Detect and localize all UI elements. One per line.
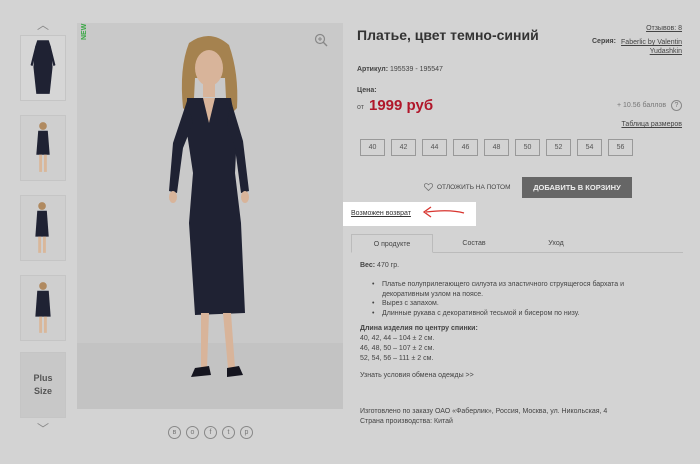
heart-icon <box>424 183 433 191</box>
length-line: 46, 48, 50 – 107 ± 2 см. <box>360 345 435 352</box>
length-line: 40, 42, 44 – 104 ± 2 см. <box>360 335 435 342</box>
return-policy-link[interactable]: Возможен возврат <box>351 210 411 217</box>
product-title: Платье, цвет темно-синий <box>357 27 539 43</box>
pinterest-icon[interactable]: p <box>240 426 253 439</box>
article-number: Артикул: 195539 - 195547 <box>357 66 443 73</box>
tab-about[interactable]: О продукте <box>351 234 433 253</box>
size-table-link[interactable]: Таблица размеров <box>621 121 682 128</box>
plus-size-label-line1: Plus <box>33 373 53 383</box>
gallery-thumbnail-1[interactable] <box>20 35 66 101</box>
new-badge: NEW <box>81 23 88 40</box>
size-option[interactable]: 40 <box>360 139 385 156</box>
size-option[interactable]: 56 <box>608 139 633 156</box>
ok-icon[interactable]: о <box>186 426 199 439</box>
manufacturer-info: Изготовлено по заказу ОАО «Фаберлик», Ро… <box>360 407 607 426</box>
country-text: Страна производства: Китай <box>360 417 453 425</box>
tab-care[interactable]: Уход <box>515 234 597 253</box>
weight-info: Вес: 470 гр. <box>360 262 399 269</box>
size-option[interactable]: 52 <box>546 139 571 156</box>
twitter-icon[interactable]: t <box>222 426 235 439</box>
gallery-thumbnail-4[interactable] <box>20 275 66 341</box>
model-thumbnail-image <box>35 282 51 333</box>
size-option[interactable]: 42 <box>391 139 416 156</box>
size-option[interactable]: 50 <box>515 139 540 156</box>
manufacturer-text: Изготовлено по заказу ОАО «Фаберлик», Ро… <box>360 408 608 415</box>
list-item: Вырез с запахом. <box>372 299 672 309</box>
price-label: Цена: <box>357 87 377 94</box>
price-value: 1999 руб <box>369 97 434 114</box>
model-thumbnail-image <box>36 122 50 172</box>
list-item: Длинные рукава с декоративной тесьмой и … <box>372 309 672 319</box>
exchange-terms-link[interactable]: Узнать условия обмена одежды >> <box>360 372 474 379</box>
bonus-points: + 10.56 баллов <box>617 102 667 109</box>
tab-composition[interactable]: Состав <box>433 234 515 253</box>
plus-size-thumbnail[interactable]: Plus Size <box>20 352 66 418</box>
size-option[interactable]: 54 <box>577 139 602 156</box>
model-photo <box>77 23 343 409</box>
dress-flat-image <box>30 40 56 94</box>
zoom-icon[interactable] <box>314 33 328 47</box>
wishlist-label: ОТЛОЖИТЬ НА ПОТОМ <box>437 183 511 191</box>
article-label: Артикул: <box>357 66 389 73</box>
gallery-down-arrow-icon[interactable]: ﹀ <box>36 423 50 435</box>
size-selector: 40 42 44 46 48 50 52 54 56 <box>360 139 633 156</box>
main-product-image[interactable] <box>77 23 343 409</box>
vk-icon[interactable]: в <box>168 426 181 439</box>
weight-value: 470 гр. <box>377 262 400 269</box>
length-title: Длина изделия по центру спинки: <box>360 325 478 332</box>
feature-list: Платье полуприлегающего силуэта из эласт… <box>372 280 672 318</box>
add-to-cart-button[interactable]: ДОБАВИТЬ В КОРЗИНУ <box>522 177 632 198</box>
length-line: 52, 54, 56 – 111 ± 2 см. <box>360 355 434 362</box>
facebook-icon[interactable]: f <box>204 426 217 439</box>
gallery-thumbnail-2[interactable] <box>20 115 66 181</box>
red-arrow-annotation-icon <box>422 206 465 218</box>
product-tabs: О продукте Состав Уход <box>351 234 683 253</box>
size-option[interactable]: 48 <box>484 139 509 156</box>
plus-size-label-line2: Size <box>33 386 52 396</box>
list-item: Платье полуприлегающего силуэта из эласт… <box>372 280 672 299</box>
series-link[interactable]: Faberlic by Valentin Yudashkin <box>612 38 682 56</box>
gallery-thumbnail-3[interactable] <box>20 195 66 261</box>
size-option[interactable]: 46 <box>453 139 478 156</box>
reviews-link[interactable]: Отзывов: 8 <box>646 25 682 32</box>
article-value: 195539 - 195547 <box>390 66 443 73</box>
price-from-label: от <box>357 104 364 111</box>
weight-label: Вес: <box>360 262 376 269</box>
gallery-up-arrow-icon[interactable]: ︿ <box>36 19 50 31</box>
help-question-icon[interactable]: ? <box>671 100 682 111</box>
size-option[interactable]: 44 <box>422 139 447 156</box>
model-thumbnail-image <box>35 202 49 253</box>
wishlist-button[interactable]: ОТЛОЖИТЬ НА ПОТОМ <box>424 183 511 191</box>
